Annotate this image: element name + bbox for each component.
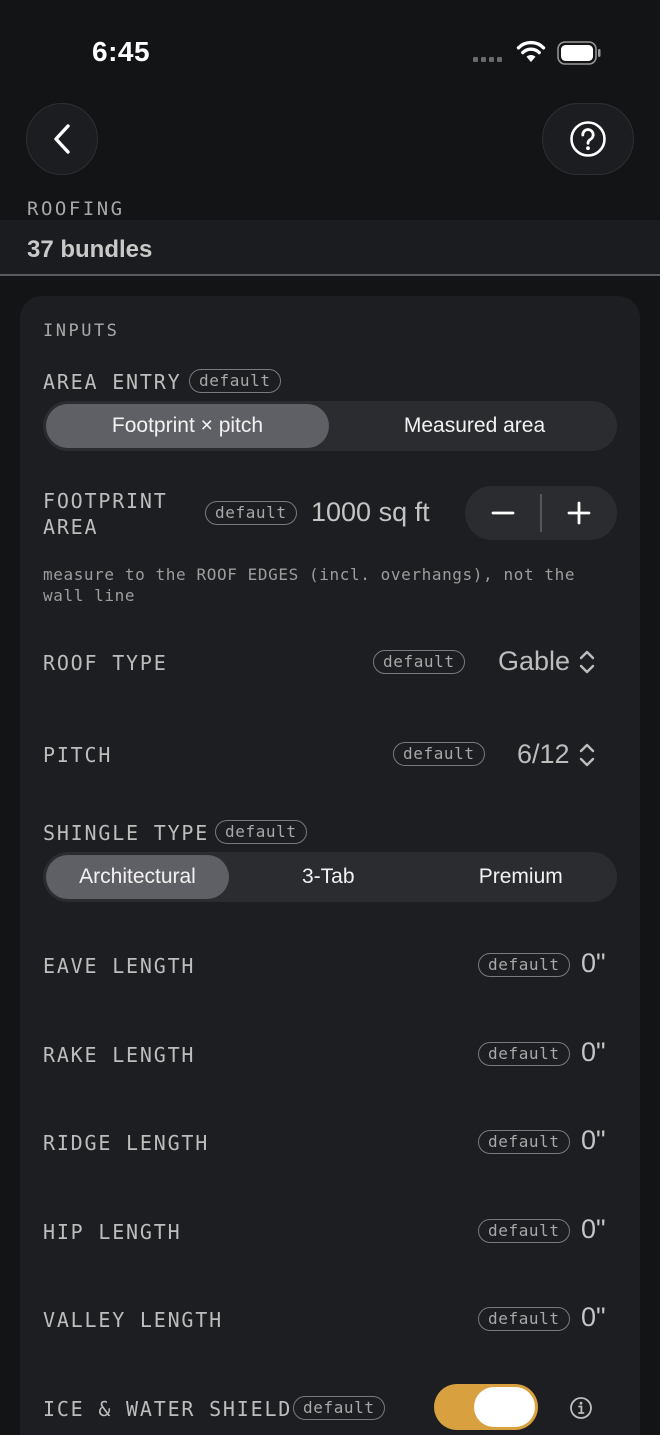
roof-type-label: ROOF TYPE — [43, 651, 168, 675]
default-badge: default — [293, 1396, 385, 1420]
rake-length-label: RAKE LENGTH — [43, 1043, 196, 1067]
segment-footprint-pitch[interactable]: Footprint × pitch — [46, 404, 329, 448]
ridge-length-value[interactable]: 0" — [581, 1125, 606, 1156]
card-title: INPUTS — [43, 321, 120, 341]
ice-water-shield-label: ICE & WATER SHIELD — [43, 1397, 293, 1421]
info-icon[interactable] — [569, 1396, 593, 1420]
ridge-length-label: RIDGE LENGTH — [43, 1131, 210, 1155]
chevron-up-down-icon — [579, 743, 594, 766]
area-entry-segmented-control: Footprint × pitch Measured area — [43, 401, 617, 451]
pitch-picker[interactable]: 6/12 — [517, 739, 596, 770]
default-badge: default — [189, 369, 281, 393]
footprint-area-value: 1000 sq ft — [311, 497, 430, 527]
hip-length-value[interactable]: 0" — [581, 1214, 606, 1245]
roof-type-value: Gable — [498, 646, 571, 676]
decrement-button[interactable] — [465, 486, 540, 540]
default-badge: default — [478, 953, 570, 977]
default-badge: default — [393, 742, 485, 766]
rake-length-value[interactable]: 0" — [581, 1037, 606, 1068]
result-value: 37 bundles — [27, 236, 153, 263]
eave-length-value[interactable]: 0" — [581, 948, 606, 979]
hip-length-label: HIP LENGTH — [43, 1220, 182, 1244]
battery-icon — [557, 41, 601, 65]
shingle-type-segmented-control: Architectural 3-Tab Premium — [43, 852, 617, 902]
chevron-left-icon — [54, 124, 70, 154]
default-badge: default — [215, 820, 307, 844]
status-bar: 6:45 — [0, 0, 660, 100]
default-badge: default — [478, 1219, 570, 1243]
eave-length-label: EAVE LENGTH — [43, 954, 196, 978]
default-badge: default — [478, 1130, 570, 1154]
default-badge: default — [478, 1042, 570, 1066]
increment-button[interactable] — [542, 486, 617, 540]
wifi-icon — [516, 40, 546, 62]
default-badge: default — [373, 650, 465, 674]
segment-3-tab[interactable]: 3-Tab — [232, 852, 425, 902]
segment-premium[interactable]: Premium — [425, 852, 618, 902]
pitch-label: PITCH — [43, 743, 113, 767]
toggle-knob — [474, 1387, 535, 1427]
question-mark-icon — [570, 121, 606, 157]
chevron-up-down-icon — [579, 650, 595, 673]
area-entry-label: AREA ENTRY — [43, 370, 182, 394]
inputs-card: INPUTS AREA ENTRY default Footprint × pi… — [20, 296, 640, 1435]
roof-type-picker[interactable]: Gable — [498, 646, 596, 677]
back-button[interactable] — [26, 103, 98, 175]
default-badge: default — [478, 1307, 570, 1331]
footprint-area-hint: measure to the ROOF EDGES (incl. overhan… — [43, 565, 576, 605]
section-title: ROOFING — [27, 198, 125, 220]
status-time: 6:45 — [92, 36, 151, 67]
pitch-value: 6/12 — [517, 739, 570, 769]
plus-icon — [567, 501, 591, 525]
footprint-area-label-line1: FOOTPRINT — [43, 489, 168, 513]
minus-icon — [491, 511, 515, 515]
cellular-signal-icon — [473, 57, 502, 62]
valley-length-label: VALLEY LENGTH — [43, 1308, 223, 1332]
segment-architectural[interactable]: Architectural — [46, 855, 229, 899]
ice-water-shield-toggle[interactable] — [434, 1384, 538, 1430]
help-button[interactable] — [542, 103, 634, 175]
segment-measured-area[interactable]: Measured area — [332, 401, 617, 451]
result-bar: 37 bundles — [0, 220, 660, 276]
default-badge: default — [205, 501, 297, 525]
valley-length-value[interactable]: 0" — [581, 1302, 606, 1333]
shingle-type-label: SHINGLE TYPE — [43, 821, 210, 845]
footprint-area-label-line2: AREA — [43, 515, 99, 539]
footprint-area-stepper — [465, 486, 617, 540]
